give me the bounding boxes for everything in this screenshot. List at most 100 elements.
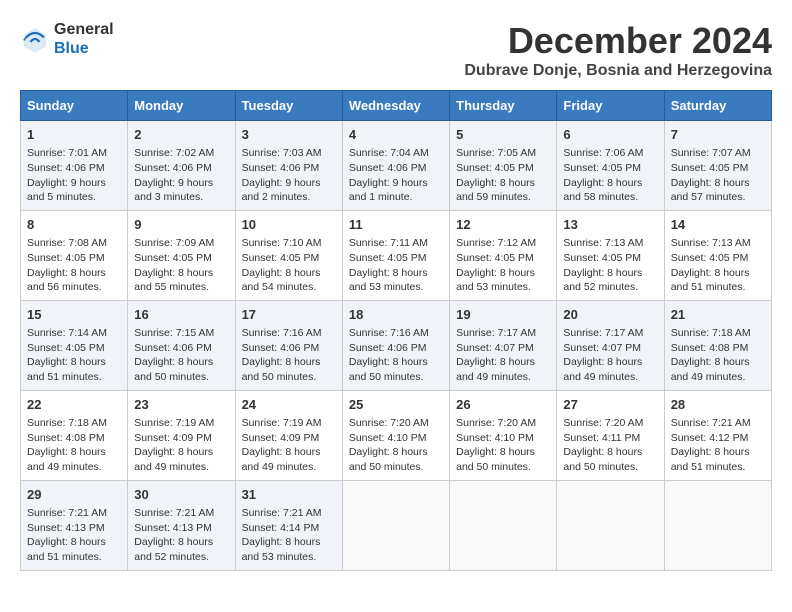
calendar-table: SundayMondayTuesdayWednesdayThursdayFrid…	[20, 90, 772, 571]
calendar-cell: 23Sunrise: 7:19 AMSunset: 4:09 PMDayligh…	[128, 390, 235, 480]
day-info-line: Daylight: 8 hours	[563, 445, 657, 460]
day-info-line: Sunrise: 7:19 AM	[242, 416, 336, 431]
weekday-header: Saturday	[664, 91, 771, 121]
calendar-cell: 13Sunrise: 7:13 AMSunset: 4:05 PMDayligh…	[557, 210, 664, 300]
day-info-line: Daylight: 8 hours	[242, 355, 336, 370]
day-info-line: Daylight: 8 hours	[671, 355, 765, 370]
calendar-cell: 9Sunrise: 7:09 AMSunset: 4:05 PMDaylight…	[128, 210, 235, 300]
day-info-line: Sunset: 4:05 PM	[563, 251, 657, 266]
day-info-line: and 49 minutes.	[134, 460, 228, 475]
day-info-line: Sunset: 4:06 PM	[242, 341, 336, 356]
day-info-line: Sunset: 4:05 PM	[349, 251, 443, 266]
day-info-line: Sunrise: 7:09 AM	[134, 236, 228, 251]
day-number: 20	[563, 306, 657, 324]
day-info-line: Daylight: 8 hours	[349, 355, 443, 370]
day-info-line: Sunrise: 7:05 AM	[456, 146, 550, 161]
calendar-cell: 22Sunrise: 7:18 AMSunset: 4:08 PMDayligh…	[21, 390, 128, 480]
day-info-line: and 53 minutes.	[349, 280, 443, 295]
day-info-line: Sunset: 4:10 PM	[456, 431, 550, 446]
calendar-week-row: 8Sunrise: 7:08 AMSunset: 4:05 PMDaylight…	[21, 210, 772, 300]
day-number: 6	[563, 126, 657, 144]
day-info-line: Sunrise: 7:18 AM	[671, 326, 765, 341]
day-info-line: and 52 minutes.	[563, 280, 657, 295]
calendar-cell: 21Sunrise: 7:18 AMSunset: 4:08 PMDayligh…	[664, 300, 771, 390]
day-info-line: and 51 minutes.	[27, 370, 121, 385]
calendar-cell	[342, 480, 449, 570]
day-info-line: and 53 minutes.	[456, 280, 550, 295]
day-info-line: Sunset: 4:10 PM	[349, 431, 443, 446]
page-header: General Blue December 2024 Dubrave Donje…	[20, 20, 772, 80]
calendar-cell: 8Sunrise: 7:08 AMSunset: 4:05 PMDaylight…	[21, 210, 128, 300]
day-info-line: Sunset: 4:11 PM	[563, 431, 657, 446]
location-title: Dubrave Donje, Bosnia and Herzegovina	[464, 62, 772, 80]
calendar-cell: 27 Sunrise: 7:20 AMSunset: 4:11 PMDayligh…	[557, 390, 664, 480]
day-info-line: Daylight: 8 hours	[27, 535, 121, 550]
calendar-cell: 16Sunrise: 7:15 AMSunset: 4:06 PMDayligh…	[128, 300, 235, 390]
day-number: 29	[27, 486, 121, 504]
day-info-line: Sunset: 4:08 PM	[671, 341, 765, 356]
day-info-line: and 50 minutes.	[456, 460, 550, 475]
day-info-line: Sunset: 4:08 PM	[27, 431, 121, 446]
day-info-line: Daylight: 8 hours	[242, 445, 336, 460]
day-info-line: Sunrise: 7:20 AM	[456, 416, 550, 431]
day-number: 27	[563, 396, 657, 414]
day-number: 11	[349, 216, 443, 234]
day-info-line: Sunrise: 7:21 AM	[134, 506, 228, 521]
day-info-line: and 57 minutes.	[671, 190, 765, 205]
calendar-cell: 5Sunrise: 7:05 AMSunset: 4:05 PMDaylight…	[450, 121, 557, 211]
calendar-cell: 31Sunrise: 7:21 AMSunset: 4:14 PMDayligh…	[235, 480, 342, 570]
logo: General Blue	[20, 20, 114, 58]
logo-general-text: General	[54, 20, 114, 39]
day-info-line: Sunset: 4:06 PM	[242, 161, 336, 176]
day-info-line: Sunrise: 7:21 AM	[242, 506, 336, 521]
day-info-line: Daylight: 8 hours	[456, 445, 550, 460]
day-info-line: Sunrise: 7:04 AM	[349, 146, 443, 161]
day-number: 31	[242, 486, 336, 504]
day-info-line: and 52 minutes.	[134, 550, 228, 565]
day-number: 8	[27, 216, 121, 234]
day-info-line: Sunrise: 7:12 AM	[456, 236, 550, 251]
day-info-line: and 54 minutes.	[242, 280, 336, 295]
calendar-cell	[450, 480, 557, 570]
calendar-week-row: 29Sunrise: 7:21 AMSunset: 4:13 PMDayligh…	[21, 480, 772, 570]
day-number: 16	[134, 306, 228, 324]
month-title: December 2024	[464, 20, 772, 62]
day-info-line: and 50 minutes.	[349, 370, 443, 385]
day-info-line: Daylight: 8 hours	[563, 176, 657, 191]
day-info-line: Sunrise: 7:11 AM	[349, 236, 443, 251]
day-info-line: Sunrise: 7:20 AM	[563, 416, 657, 431]
day-number: 28	[671, 396, 765, 414]
logo-icon	[20, 24, 50, 54]
day-info-line: Daylight: 8 hours	[563, 266, 657, 281]
day-info-line: and 3 minutes.	[134, 190, 228, 205]
day-info-line: Daylight: 8 hours	[27, 266, 121, 281]
day-info-line: Daylight: 8 hours	[134, 535, 228, 550]
calendar-cell: 30Sunrise: 7:21 AMSunset: 4:13 PMDayligh…	[128, 480, 235, 570]
calendar-cell	[557, 480, 664, 570]
day-number: 1	[27, 126, 121, 144]
day-info-line: Sunrise: 7:17 AM	[563, 326, 657, 341]
day-info-line: Daylight: 8 hours	[27, 355, 121, 370]
weekday-header: Tuesday	[235, 91, 342, 121]
day-info-line: Sunset: 4:05 PM	[671, 251, 765, 266]
title-block: December 2024 Dubrave Donje, Bosnia and …	[464, 20, 772, 80]
day-info-line: Sunrise: 7:06 AM	[563, 146, 657, 161]
day-info-line: Sunset: 4:13 PM	[27, 521, 121, 536]
day-info-line: Sunrise: 7:15 AM	[134, 326, 228, 341]
day-info-line: and 55 minutes.	[134, 280, 228, 295]
calendar-cell: 14Sunrise: 7:13 AMSunset: 4:05 PMDayligh…	[664, 210, 771, 300]
day-info-line: Sunset: 4:06 PM	[134, 161, 228, 176]
day-number: 30	[134, 486, 228, 504]
calendar-cell: 12Sunrise: 7:12 AMSunset: 4:05 PMDayligh…	[450, 210, 557, 300]
day-info-line: Sunset: 4:09 PM	[134, 431, 228, 446]
day-info-line: Daylight: 8 hours	[671, 266, 765, 281]
day-info-line: Daylight: 8 hours	[242, 266, 336, 281]
day-info-line: and 50 minutes.	[134, 370, 228, 385]
day-info-line: Sunset: 4:06 PM	[349, 341, 443, 356]
calendar-cell: 4Sunrise: 7:04 AMSunset: 4:06 PMDaylight…	[342, 121, 449, 211]
weekday-header: Thursday	[450, 91, 557, 121]
day-info-line: and 1 minute.	[349, 190, 443, 205]
day-info-line: Sunset: 4:05 PM	[456, 161, 550, 176]
day-info-line: Sunset: 4:05 PM	[671, 161, 765, 176]
calendar-cell: 10Sunrise: 7:10 AMSunset: 4:05 PMDayligh…	[235, 210, 342, 300]
